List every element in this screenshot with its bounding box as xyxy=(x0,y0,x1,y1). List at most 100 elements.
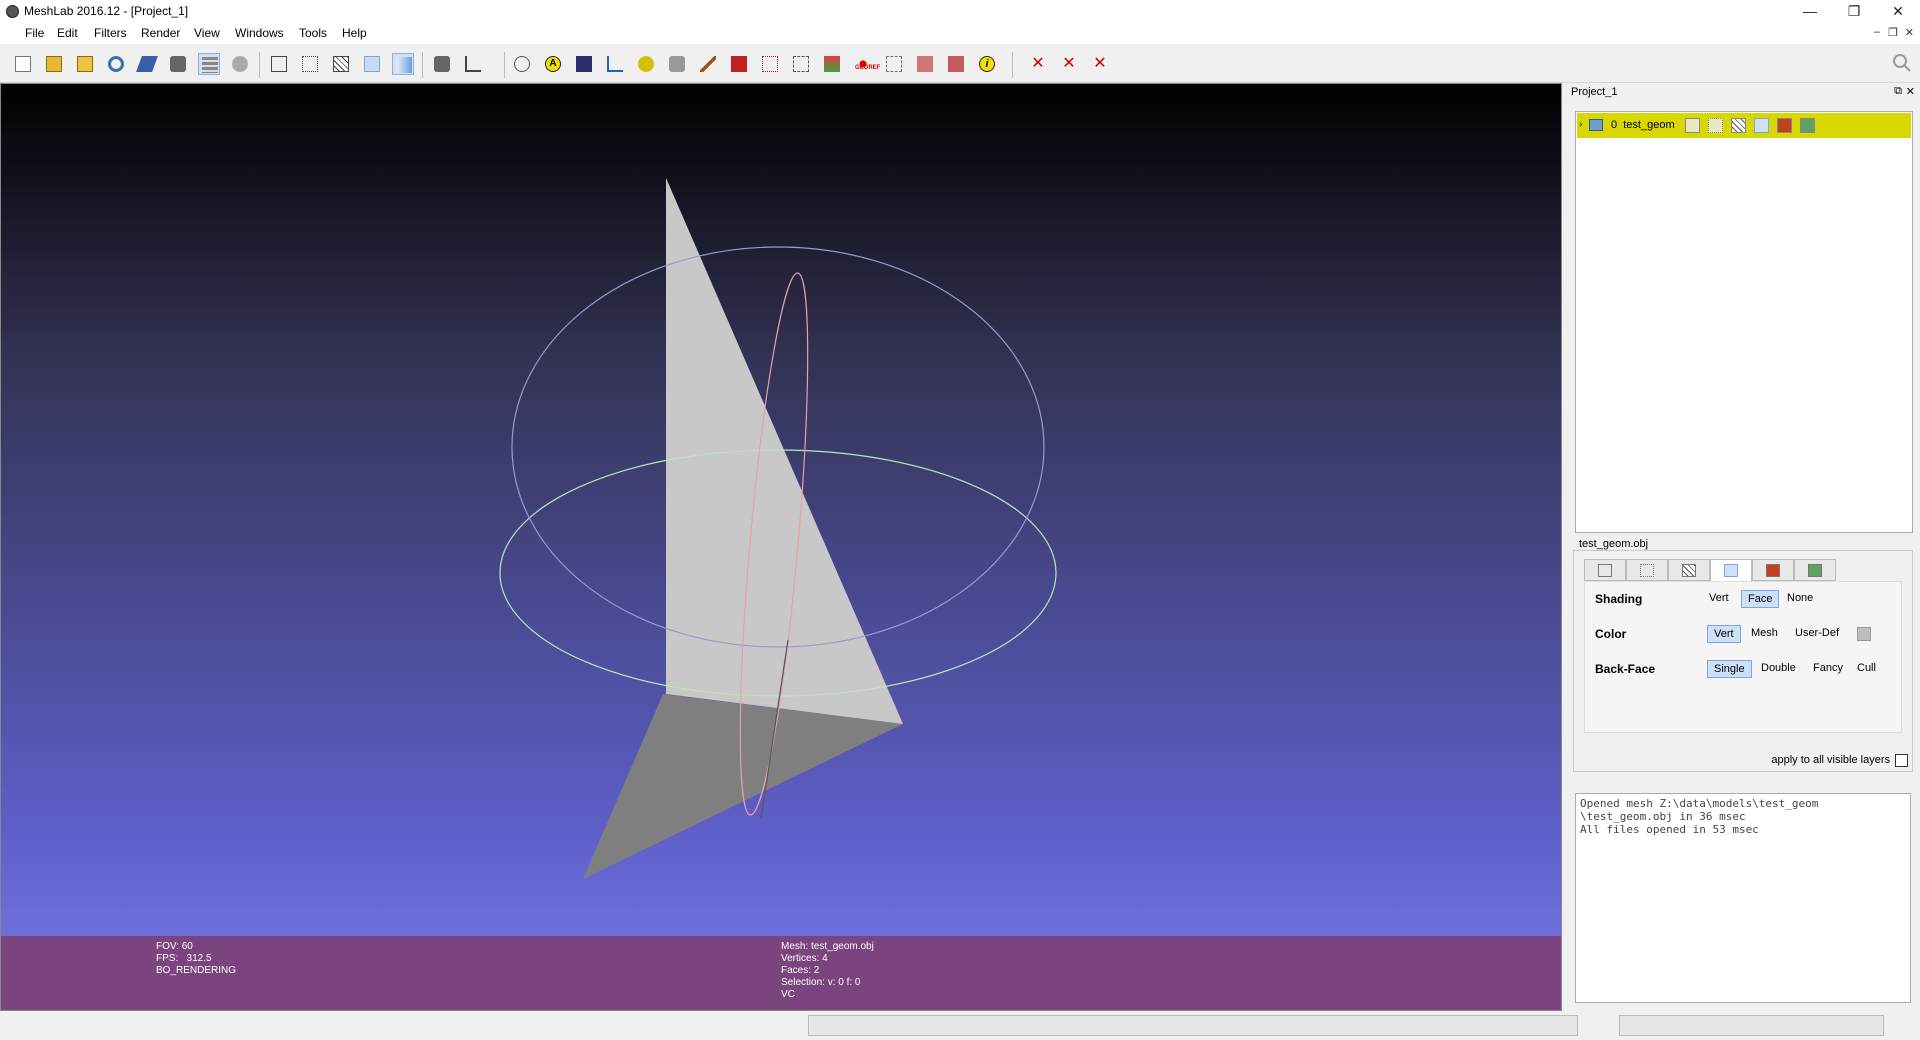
tab-color[interactable] xyxy=(1752,559,1794,581)
layer-bbox-icon[interactable] xyxy=(1685,118,1700,133)
backface-single-option[interactable]: Single xyxy=(1707,660,1752,678)
lighting-icon[interactable] xyxy=(431,53,453,75)
smooth-icon[interactable] xyxy=(392,53,414,75)
backface-double-option[interactable]: Double xyxy=(1755,660,1802,676)
render-info: FOV: 60 FPS: 312.5 BO_RENDERING xyxy=(156,941,236,977)
bounding-box-icon[interactable] xyxy=(268,53,290,75)
select-cloud-icon[interactable] xyxy=(945,53,967,75)
shading-vert-option[interactable]: Vert xyxy=(1703,590,1735,606)
select-faces-icon[interactable] xyxy=(821,53,843,75)
tab-texture[interactable] xyxy=(1794,559,1836,581)
panel-close-button[interactable]: ✕ xyxy=(1906,85,1915,98)
search-icon[interactable] xyxy=(1892,53,1912,73)
trackball-icon[interactable] xyxy=(511,53,533,75)
panel-float-button[interactable]: ⧉ xyxy=(1894,85,1902,98)
layer-fill-icon[interactable] xyxy=(1754,118,1769,133)
log-line: All files opened in 53 msec xyxy=(1580,823,1759,836)
import-mesh-icon[interactable] xyxy=(74,53,96,75)
3d-viewport[interactable]: FOV: 60 FPS: 312.5 BO_RENDERING Mesh: te… xyxy=(0,83,1562,1011)
fps-text: FPS: 312.5 xyxy=(156,953,212,964)
mdi-minimize-button[interactable]: – xyxy=(1874,26,1880,38)
backface-cull-option[interactable]: Cull xyxy=(1851,660,1882,676)
menu-render[interactable]: Render xyxy=(141,26,180,40)
open-project-icon[interactable] xyxy=(43,53,65,75)
apply-all-label: apply to all visible layers xyxy=(1771,754,1890,766)
menu-tools[interactable]: Tools xyxy=(299,26,327,40)
mdi-close-button[interactable]: ✕ xyxy=(1905,26,1914,39)
flat-lines-icon[interactable] xyxy=(361,53,383,75)
face-count-text: Faces: 2 xyxy=(781,965,820,976)
menu-windows[interactable]: Windows xyxy=(235,26,284,40)
color-mesh-option[interactable]: Mesh xyxy=(1745,625,1784,641)
panel-header: Project_1 ⧉ ✕ xyxy=(1565,85,1918,101)
fill-icon xyxy=(1724,564,1738,577)
menu-file[interactable]: File xyxy=(25,26,44,40)
delete-faces-icon[interactable]: ✕ xyxy=(1058,53,1080,75)
backface-fancy-option[interactable]: Fancy xyxy=(1807,660,1849,676)
bbox-icon xyxy=(1598,564,1612,577)
shading-face-option[interactable]: Face xyxy=(1741,590,1780,608)
reload-icon[interactable] xyxy=(105,53,127,75)
close-button[interactable]: ✕ xyxy=(1876,0,1920,24)
layer-list: › 0 test_geom xyxy=(1575,111,1913,533)
color-userdef-option[interactable]: User-Def xyxy=(1789,625,1845,641)
pick-color-icon[interactable] xyxy=(666,53,688,75)
color-swatch[interactable] xyxy=(1857,627,1871,641)
vertex-count-text: Vertices: 4 xyxy=(781,953,828,964)
layer-row[interactable]: › 0 test_geom xyxy=(1577,113,1911,138)
fov-text: FOV: 60 xyxy=(156,941,193,952)
tab-bbox[interactable] xyxy=(1584,559,1626,581)
select-region-icon[interactable] xyxy=(914,53,936,75)
minimize-button[interactable]: — xyxy=(1788,0,1832,24)
delete-all-icon[interactable]: ✕ xyxy=(1089,53,1111,75)
info-icon[interactable]: i xyxy=(976,53,998,75)
tab-points[interactable] xyxy=(1626,559,1668,581)
restore-button[interactable]: ❐ xyxy=(1832,0,1876,24)
color-vert-option[interactable]: Vert xyxy=(1707,625,1741,643)
layer-texture-icon[interactable] xyxy=(1800,118,1815,133)
layers-icon[interactable] xyxy=(198,53,220,75)
measure-icon[interactable] xyxy=(604,53,626,75)
georef-icon[interactable]: GEOREF xyxy=(852,53,880,75)
menu-view[interactable]: View xyxy=(194,26,220,40)
menu-filters[interactable]: Filters xyxy=(94,26,127,40)
expand-arrow-icon[interactable]: › xyxy=(1579,119,1582,130)
apply-all-checkbox[interactable] xyxy=(1895,754,1908,767)
menu-help[interactable]: Help xyxy=(342,26,367,40)
annotation-icon[interactable]: A xyxy=(542,53,564,75)
tab-fill[interactable] xyxy=(1710,559,1752,581)
select-icon[interactable] xyxy=(790,53,812,75)
layer-color-icon[interactable] xyxy=(1777,118,1792,133)
visibility-icon[interactable] xyxy=(1589,119,1603,131)
pick-points-icon[interactable] xyxy=(635,53,657,75)
color-label: Color xyxy=(1595,627,1627,641)
menu-edit[interactable]: Edit xyxy=(57,26,78,40)
redbook-icon[interactable] xyxy=(728,53,750,75)
new-project-icon[interactable] xyxy=(12,53,34,75)
select-vertices-icon[interactable] xyxy=(883,53,905,75)
mdi-restore-button[interactable]: ❐ xyxy=(1888,26,1898,39)
main-toolbar: A GEOREF i ✕ ✕ ✕ xyxy=(0,44,1920,83)
delete-vertices-icon[interactable]: ✕ xyxy=(1027,53,1049,75)
align-icon[interactable] xyxy=(759,53,781,75)
render-mode-tabs xyxy=(1584,559,1836,581)
axis-icon[interactable] xyxy=(462,53,484,75)
tab-wire[interactable] xyxy=(1668,559,1710,581)
save-icon[interactable] xyxy=(136,53,158,75)
apply-all-row: apply to all visible layers xyxy=(1584,753,1914,769)
progress-bar-main xyxy=(808,1015,1578,1036)
snapshot-icon[interactable] xyxy=(167,53,189,75)
status-bar xyxy=(0,1011,1920,1040)
globe-icon[interactable] xyxy=(229,53,251,75)
texture-icon[interactable] xyxy=(573,53,595,75)
meshlab-app-icon xyxy=(6,5,19,18)
shading-none-option[interactable]: None xyxy=(1781,590,1819,606)
backface-label: Back-Face xyxy=(1595,662,1656,676)
scene-canvas[interactable] xyxy=(1,84,1562,1011)
layer-label: 0 test_geom xyxy=(1611,119,1675,131)
layer-wire-icon[interactable] xyxy=(1731,118,1746,133)
wireframe-icon[interactable] xyxy=(330,53,352,75)
layer-points-icon[interactable] xyxy=(1708,118,1723,133)
paint-icon[interactable] xyxy=(697,53,719,75)
points-icon[interactable] xyxy=(299,53,321,75)
